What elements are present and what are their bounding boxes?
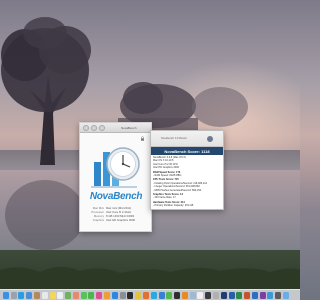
textedit-icon[interactable] bbox=[197, 291, 204, 299]
skype-icon[interactable] bbox=[150, 291, 157, 299]
score-detail-line: - 3D Frame Rate: 17 bbox=[153, 196, 176, 200]
zoom-button[interactable] bbox=[99, 124, 105, 131]
right-trees bbox=[192, 87, 248, 127]
facetime-icon[interactable] bbox=[88, 291, 95, 299]
foreground-grass bbox=[0, 266, 300, 290]
novabench-logo-icon bbox=[91, 147, 140, 188]
disk-utility-icon[interactable] bbox=[212, 291, 219, 299]
terminal-icon[interactable] bbox=[127, 291, 134, 299]
onenote-icon[interactable] bbox=[259, 291, 266, 299]
score-window-title: Novabench 3.0 Result bbox=[161, 137, 187, 140]
folder-downloads-icon[interactable] bbox=[283, 291, 290, 299]
score-detail-line: Intel HD Graphics 3000 bbox=[153, 166, 179, 170]
system-specs: Mac Mini Mac mini (Mid 2011) Processor Inte… bbox=[84, 206, 148, 222]
calendar-icon[interactable] bbox=[41, 291, 48, 299]
photos-icon[interactable] bbox=[72, 291, 79, 299]
photoshop-icon[interactable] bbox=[220, 291, 227, 299]
launchpad-icon[interactable] bbox=[10, 291, 17, 299]
itunes-icon[interactable] bbox=[96, 291, 103, 299]
window-title: NovaBench bbox=[121, 125, 137, 130]
score-detail-line: - MD5 Hashes Generated/Second: 894,150 bbox=[153, 188, 202, 192]
score-detail-line: - RAM Speed: 8128 MB/s bbox=[153, 174, 182, 178]
dropbox-icon[interactable] bbox=[158, 291, 165, 299]
ibooks-icon[interactable] bbox=[104, 291, 111, 299]
reminders-icon[interactable] bbox=[57, 291, 64, 299]
preview-icon[interactable] bbox=[189, 291, 196, 299]
word-icon[interactable] bbox=[228, 291, 235, 299]
spotify-icon[interactable] bbox=[174, 291, 181, 299]
score-window-toolbar[interactable]: Novabench 3.0 Result bbox=[151, 131, 223, 147]
notes-icon[interactable] bbox=[49, 291, 56, 299]
calculator-icon[interactable] bbox=[275, 291, 282, 299]
contacts-icon[interactable] bbox=[34, 291, 41, 299]
evernote-icon[interactable] bbox=[166, 291, 173, 299]
score-window[interactable]: Novabench 3.0 Result NovaBench Score: 11… bbox=[150, 130, 224, 210]
app-store-icon[interactable] bbox=[111, 291, 118, 299]
score-detail-line: - Primary Partition Capacity: 931 GB bbox=[153, 204, 194, 208]
finder-icon[interactable] bbox=[2, 291, 9, 299]
outlook-icon[interactable] bbox=[251, 291, 258, 299]
dock bbox=[0, 289, 300, 300]
close-button[interactable] bbox=[83, 124, 89, 131]
globe-icon[interactable] bbox=[207, 135, 213, 142]
excel-icon[interactable] bbox=[236, 291, 243, 299]
spec-row: Graphics Intel HD Graphics 3000 bbox=[84, 218, 148, 222]
firefox-icon[interactable] bbox=[142, 291, 149, 299]
activity-monitor-icon[interactable] bbox=[205, 291, 212, 299]
vlc-icon[interactable] bbox=[181, 291, 188, 299]
mail-icon[interactable] bbox=[26, 291, 33, 299]
novabench-titlebar[interactable]: NovaBench bbox=[80, 123, 151, 133]
safari-icon[interactable] bbox=[18, 291, 25, 299]
spec-label: Graphics bbox=[92, 218, 104, 222]
system-preferences-icon[interactable] bbox=[119, 291, 126, 299]
trash-icon[interactable] bbox=[290, 291, 297, 299]
maps-icon[interactable] bbox=[65, 291, 72, 299]
score-header: NovaBench Score: 1118 bbox=[151, 147, 223, 155]
minimize-button[interactable] bbox=[91, 124, 97, 131]
score-details: NovaBench 3.0.8 (Mac OS X) Mac OS X 10.10… bbox=[151, 155, 223, 209]
novabench-icon[interactable] bbox=[267, 291, 274, 299]
powerpoint-icon[interactable] bbox=[244, 291, 251, 299]
messages-icon[interactable] bbox=[80, 291, 87, 299]
app-name: NovaBench bbox=[89, 191, 143, 202]
spec-value: Intel HD Graphics 3000 bbox=[106, 218, 136, 222]
chrome-icon[interactable] bbox=[135, 291, 142, 299]
novabench-window[interactable]: NovaBench NovaBench Mac Mini Mac mini (Mi… bbox=[79, 122, 152, 232]
